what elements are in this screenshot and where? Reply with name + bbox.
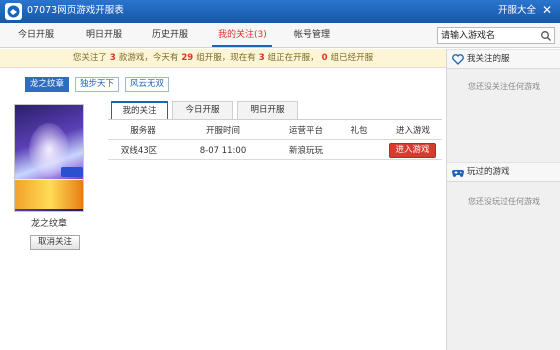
open-all-link[interactable]: 开服大全 bbox=[498, 5, 536, 17]
follow-summary-notice: 您关注了 3 款游戏，今天有 29 组开服，现在有 3 组正在开服， 0 组已经开服 bbox=[0, 49, 446, 68]
tab-today[interactable]: 今日开服 bbox=[18, 29, 54, 41]
col-header-enter: 进入游戏 bbox=[395, 126, 430, 136]
subtab-today[interactable]: 今日开服 bbox=[172, 101, 233, 120]
gamepad-icon bbox=[452, 170, 464, 177]
active-tab-indicator bbox=[212, 45, 272, 47]
table-row-divider bbox=[108, 159, 442, 160]
heart-icon bbox=[452, 54, 464, 65]
subtab-divider bbox=[108, 119, 442, 120]
search-icon[interactable] bbox=[540, 30, 552, 42]
poster-game-logo bbox=[15, 179, 83, 209]
poster-badge bbox=[61, 167, 83, 177]
app-logo-icon bbox=[5, 3, 22, 20]
col-header-time: 开服时间 bbox=[205, 126, 240, 136]
cell-time: 8-07 11:00 bbox=[199, 146, 247, 156]
filter-game-2[interactable]: 独步天下 bbox=[75, 77, 120, 92]
unfollow-button[interactable]: 取消关注 bbox=[30, 235, 80, 250]
followed-servers-title: 我关注的服 bbox=[467, 54, 510, 64]
played-empty-text: 您还没玩过任何游戏 bbox=[468, 197, 540, 206]
table-header-divider bbox=[108, 139, 442, 140]
search-input[interactable] bbox=[441, 30, 536, 42]
tab-account[interactable]: 帐号管理 bbox=[294, 29, 330, 41]
main-nav: 今日开服 明日开服 历史开服 我的关注(3) 帐号管理 bbox=[0, 23, 560, 48]
right-sidebar: 我关注的服 您还没关注任何游戏 玩过的游戏 您还没玩过任何游戏 bbox=[446, 49, 560, 350]
cell-platform: 新浪玩玩 bbox=[288, 146, 323, 156]
close-icon[interactable]: ✕ bbox=[540, 3, 554, 17]
tab-tomorrow[interactable]: 明日开服 bbox=[86, 29, 122, 41]
title-bar: 07073网页游戏开服表 开服大全 ✕ bbox=[0, 0, 560, 23]
followed-servers-header: 我关注的服 bbox=[447, 49, 560, 69]
col-header-gift: 礼包 bbox=[350, 126, 368, 136]
tab-history[interactable]: 历史开服 bbox=[152, 29, 188, 41]
enter-game-button[interactable]: 进入游戏 bbox=[389, 143, 436, 158]
played-games-header: 玩过的游戏 bbox=[447, 162, 560, 182]
filter-game-3[interactable]: 风云无双 bbox=[125, 77, 170, 92]
tab-my-follows[interactable]: 我的关注(3) bbox=[218, 29, 267, 41]
followed-empty-text: 您还没关注任何游戏 bbox=[468, 82, 540, 91]
col-header-platform: 运营平台 bbox=[288, 126, 323, 136]
game-name: 龙之纹章 bbox=[30, 219, 67, 229]
game-poster-image[interactable] bbox=[14, 104, 84, 212]
played-games-title: 玩过的游戏 bbox=[467, 167, 510, 177]
subtab-tomorrow[interactable]: 明日开服 bbox=[237, 101, 298, 120]
col-header-server: 服务器 bbox=[130, 126, 156, 136]
filter-game-1[interactable]: 龙之纹章 bbox=[25, 77, 70, 92]
subtab-my-follows[interactable]: 我的关注 bbox=[111, 101, 168, 120]
app-title: 07073网页游戏开服表 bbox=[27, 5, 124, 16]
search-box bbox=[437, 27, 555, 44]
cell-server: 双线43区 bbox=[120, 146, 158, 156]
